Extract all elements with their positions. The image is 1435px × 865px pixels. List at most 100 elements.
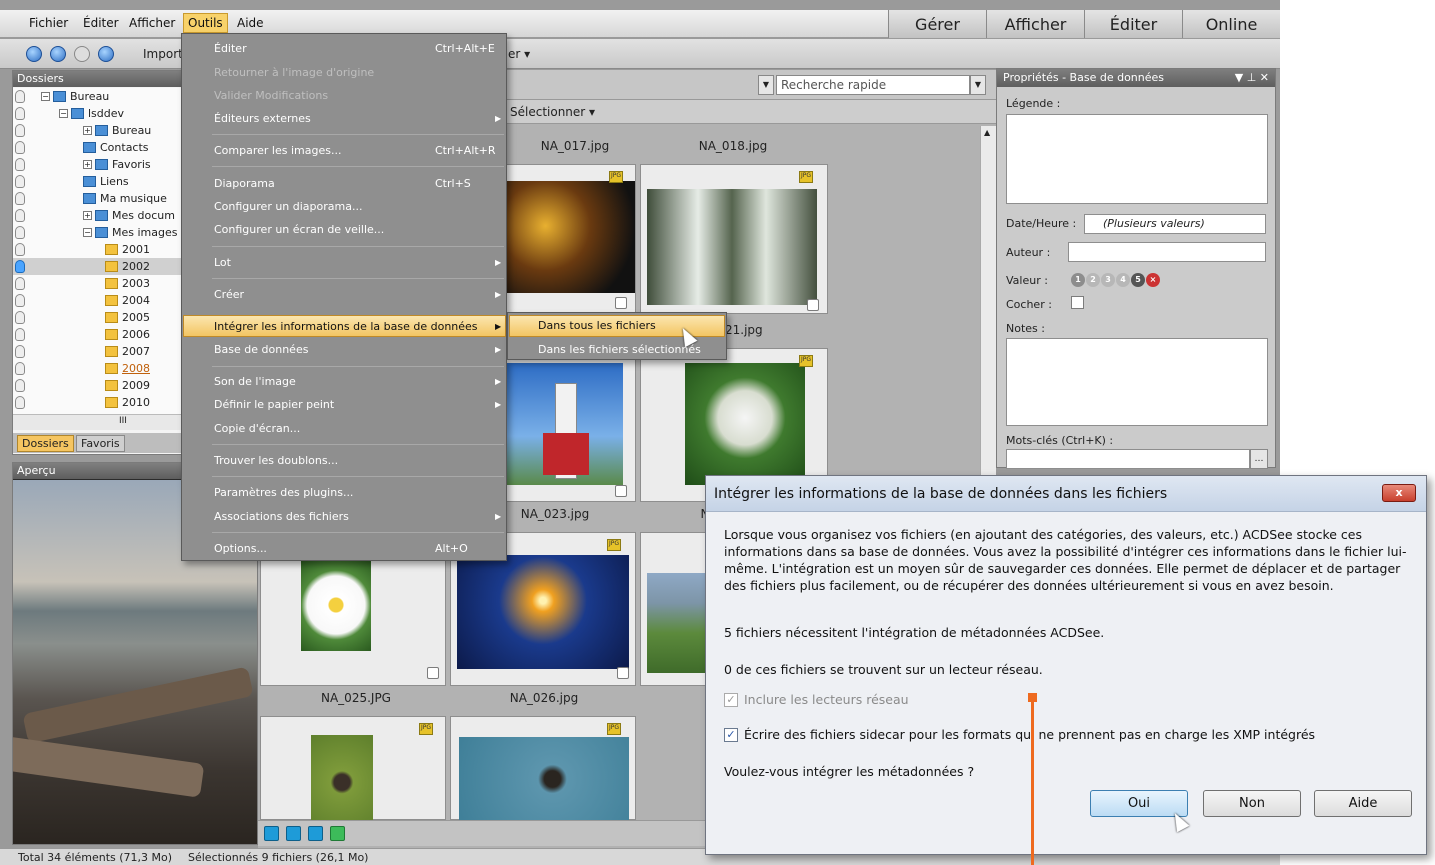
database-icon[interactable] <box>15 379 25 392</box>
database-icon[interactable] <box>15 124 25 137</box>
menu-item[interactable]: Créer <box>214 288 244 301</box>
database-icon[interactable] <box>15 226 25 239</box>
mode-gerer[interactable]: Gérer <box>888 10 986 38</box>
menu-afficher[interactable]: Afficher <box>129 16 175 30</box>
menu-item[interactable]: Valider Modifications <box>214 89 328 102</box>
forward-icon[interactable] <box>74 46 90 62</box>
select-checkbox[interactable] <box>807 299 819 311</box>
view-mode-icon[interactable] <box>264 826 279 841</box>
menu-aide[interactable]: Aide <box>237 16 264 30</box>
quick-search-input[interactable]: Recherche rapide <box>776 75 970 95</box>
database-icon[interactable] <box>15 192 25 205</box>
rating-1[interactable]: 1 <box>1071 273 1085 287</box>
include-network-checkbox[interactable]: ✓ <box>724 693 738 707</box>
select-checkbox[interactable] <box>617 667 629 679</box>
aide-button[interactable]: Aide <box>1314 790 1412 817</box>
expand-toggle-icon[interactable]: + <box>83 126 92 135</box>
database-icon[interactable] <box>15 158 25 171</box>
rating-3[interactable]: 3 <box>1101 273 1115 287</box>
menu-item[interactable]: Éditeurs externes <box>214 112 311 125</box>
menu-item[interactable]: Base de données <box>214 343 308 356</box>
database-icon[interactable] <box>15 141 25 154</box>
tab-dossiers[interactable]: Dossiers <box>17 435 74 452</box>
database-icon[interactable] <box>15 243 25 256</box>
menu-item[interactable]: Configurer un écran de veille... <box>214 223 384 236</box>
thumbnail-cell[interactable]: JPG <box>640 164 828 314</box>
select-dropdown[interactable]: Sélectionner ▾ <box>510 105 595 119</box>
path-dropdown-arrow[interactable]: ▼ <box>758 75 774 95</box>
menu-item[interactable]: Diaporama <box>214 177 275 190</box>
slideshow-icon[interactable] <box>330 826 345 841</box>
database-icon[interactable] <box>15 362 25 375</box>
non-button[interactable]: Non <box>1203 790 1301 817</box>
menu-item[interactable]: Configurer un diaporama... <box>214 200 362 213</box>
menu-item[interactable]: Paramètres des plugins... <box>214 486 353 499</box>
database-icon[interactable] <box>15 345 25 358</box>
panel-controls-icon[interactable]: ▼ ⊥ ✕ <box>1235 71 1269 84</box>
toolbar-dropdown[interactable]: er ▾ <box>508 47 530 61</box>
thumbnail-cell[interactable]: JPG <box>450 716 636 821</box>
menu-item[interactable]: Son de l'image <box>214 375 296 388</box>
menu-item[interactable]: Retourner à l'image d'origine <box>214 66 374 79</box>
notes-textarea[interactable] <box>1006 338 1268 426</box>
select-checkbox[interactable] <box>615 297 627 309</box>
database-icon[interactable] <box>15 175 25 188</box>
sidecar-checkbox[interactable]: ✓ <box>724 728 738 742</box>
submenu-item-all-files[interactable]: Dans tous les fichiers <box>538 319 656 332</box>
menu-item[interactable]: Lot <box>214 256 231 269</box>
menu-editer[interactable]: Éditer <box>83 16 119 30</box>
rating-5[interactable]: 5 <box>1131 273 1145 287</box>
menu-item[interactable]: Copie d'écran... <box>214 422 300 435</box>
menu-item[interactable]: Définir le papier peint <box>214 398 334 411</box>
expand-toggle-icon[interactable]: + <box>83 211 92 220</box>
database-icon[interactable] <box>15 294 25 307</box>
menu-item[interactable]: Trouver les doublons... <box>214 454 338 467</box>
date-field[interactable]: (Plusieurs valeurs) <box>1084 214 1266 234</box>
rating-2[interactable]: 2 <box>1086 273 1100 287</box>
rating-4[interactable]: 4 <box>1116 273 1130 287</box>
menu-item[interactable]: Options... <box>214 542 267 555</box>
database-icon[interactable] <box>15 396 25 409</box>
home-icon[interactable] <box>26 46 42 62</box>
expand-toggle-icon[interactable]: + <box>83 160 92 169</box>
menu-item[interactable]: Associations des fichiers <box>214 510 349 523</box>
rating-clear-icon[interactable]: × <box>1146 273 1160 287</box>
thumbnail-cell[interactable] <box>640 532 706 686</box>
check-checkbox[interactable] <box>1071 296 1084 309</box>
tab-favoris[interactable]: Favoris <box>76 435 125 452</box>
mode-online[interactable]: Online <box>1182 10 1280 38</box>
mode-afficher[interactable]: Afficher <box>986 10 1084 38</box>
search-dropdown-arrow[interactable]: ▼ <box>970 75 986 95</box>
database-icon[interactable] <box>15 90 25 103</box>
submenu-item-selected-files[interactable]: Dans les fichiers sélectionnés <box>538 343 701 356</box>
select-checkbox[interactable] <box>615 485 627 497</box>
menu-fichier[interactable]: Fichier <box>29 16 68 30</box>
mode-editer[interactable]: Éditer <box>1084 10 1182 38</box>
back-icon[interactable] <box>50 46 66 62</box>
keywords-input[interactable] <box>1006 449 1250 469</box>
database-icon[interactable] <box>15 311 25 324</box>
database-icon[interactable] <box>15 107 25 120</box>
select-checkbox[interactable] <box>427 667 439 679</box>
import-button[interactable]: Import <box>143 47 183 61</box>
thumbnail-cell[interactable]: JPG <box>260 716 446 821</box>
keywords-browse-button[interactable]: … <box>1250 449 1268 469</box>
menu-item[interactable]: Intégrer les informations de la base de … <box>214 320 478 333</box>
rotate-left-icon[interactable] <box>286 826 301 841</box>
menu-outils[interactable]: Outils <box>183 13 228 33</box>
expand-toggle-icon[interactable]: − <box>83 228 92 237</box>
author-field[interactable] <box>1068 242 1266 262</box>
close-icon[interactable]: x <box>1382 484 1416 502</box>
up-icon[interactable] <box>98 46 114 62</box>
menu-item[interactable]: Comparer les images... <box>214 144 341 157</box>
scroll-up-icon[interactable]: ▲ <box>984 128 990 137</box>
database-icon[interactable] <box>15 328 25 341</box>
expand-toggle-icon[interactable]: − <box>41 92 50 101</box>
database-icon[interactable] <box>15 260 25 273</box>
rotate-right-icon[interactable] <box>308 826 323 841</box>
menu-item[interactable]: Éditer <box>214 42 247 55</box>
database-icon[interactable] <box>15 209 25 222</box>
database-icon[interactable] <box>15 277 25 290</box>
expand-toggle-icon[interactable]: − <box>59 109 68 118</box>
legend-textarea[interactable] <box>1006 114 1268 204</box>
